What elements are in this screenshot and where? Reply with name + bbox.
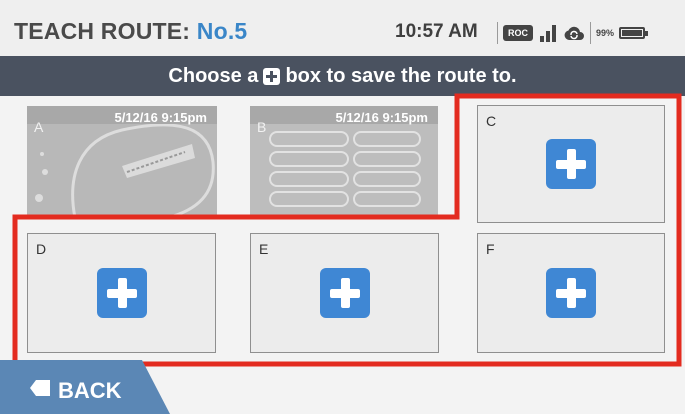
route-slot-b[interactable]: B 5/12/16 9:15pm [250,106,438,218]
back-label: BACK [58,378,122,403]
battery-icon [619,27,649,39]
plus-box-icon [263,67,281,85]
page-title: TEACH ROUTE: No.5 [14,18,247,45]
back-button[interactable]: BACK [0,360,170,414]
signal-icon [538,24,558,42]
banner-text-after: box to save the route to. [285,64,517,87]
add-route-button[interactable] [319,268,370,318]
status-header: TEACH ROUTE: No.5 10:57 AM ROC 99% [0,0,685,56]
route-number: No.5 [196,18,248,44]
add-route-button[interactable] [546,139,596,189]
add-route-button[interactable] [96,268,147,318]
clock: 10:57 AM [395,21,478,42]
slot-date: 5/12/16 9:15pm [114,110,207,125]
route-slot-f[interactable]: F [477,233,665,353]
route-slot-a[interactable]: A 5/12/16 9:15pm [27,106,217,218]
slot-letter: B [257,119,267,135]
route-slot-d[interactable]: D [27,233,216,353]
banner-text-before: Choose a [168,64,259,87]
slot-letter: E [259,241,269,257]
add-route-button[interactable] [546,268,596,318]
divider [497,22,498,44]
status-icons: ROC 99% [497,22,649,44]
back-arrow-icon [30,380,50,396]
route-slot-e[interactable]: E [250,233,439,353]
title-prefix: TEACH ROUTE: [14,18,197,44]
instruction-banner: Choose a box to save the route to. [0,56,685,96]
battery-percent: 99% [596,28,615,38]
route-slot-c[interactable]: C [477,105,665,223]
slot-date: 5/12/16 9:15pm [335,110,428,125]
slot-letter: A [34,119,44,135]
slot-letter: D [36,241,47,257]
roc-icon: ROC [503,25,533,41]
slot-letter: C [486,113,497,129]
cloud-sync-icon [564,26,584,40]
divider [590,22,591,44]
slot-letter: F [486,241,495,257]
